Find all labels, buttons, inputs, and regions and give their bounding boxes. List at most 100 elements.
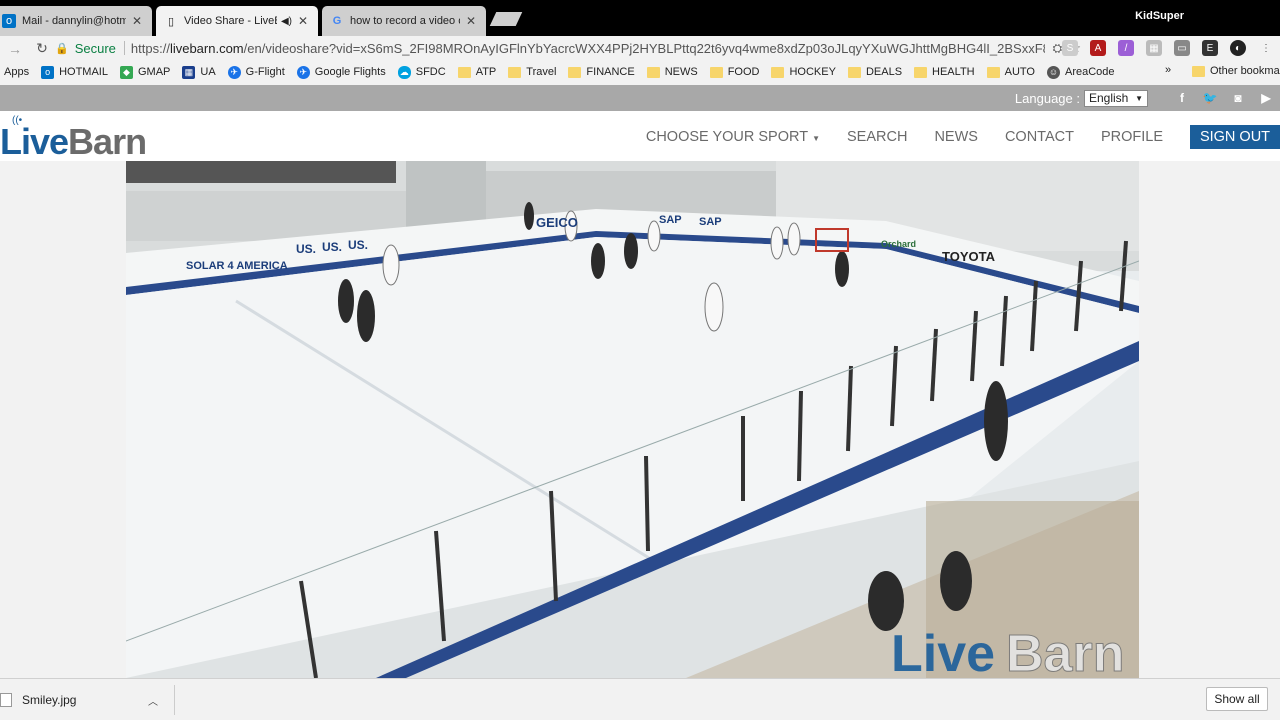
player — [382, 244, 400, 286]
url-text[interactable]: https://livebarn.com/en/videoshare?vid=x… — [131, 41, 1045, 56]
language-label: Language : — [1014, 90, 1080, 106]
logo-barn-text: Barn — [68, 121, 147, 162]
bookmark-folder-food[interactable]: FOOD — [709, 66, 760, 78]
translate-icon[interactable]: ⛭ — [1053, 41, 1063, 56]
menu-icon[interactable]: ⋮ — [1258, 40, 1274, 56]
acrobat-icon[interactable]: A — [1090, 40, 1106, 56]
livebarn-watermark: Live Barn — [891, 625, 1125, 679]
bookmark-ua[interactable]: ▦ UA — [182, 65, 216, 79]
twitter-icon[interactable]: 🐦 — [1200, 88, 1220, 108]
bookmark-folder-deals[interactable]: DEALS — [847, 66, 903, 78]
tab-google-search[interactable]: G how to record a video cl ✕ — [322, 6, 486, 36]
bookmark-label: DEALS — [865, 66, 903, 78]
bookmark-gmap[interactable]: ◆ GMAP — [119, 65, 170, 79]
nav-profile[interactable]: PROFILE — [1101, 129, 1163, 145]
grid-icon[interactable]: ▦ — [1146, 40, 1162, 56]
profile-name[interactable]: KidSuper — [1135, 10, 1184, 22]
speaker-icon[interactable]: ◀) — [281, 16, 292, 27]
bookmark-folder-finance[interactable]: FINANCE — [568, 66, 635, 78]
bookmark-label: AreaCode — [1064, 66, 1115, 78]
bookmark-label: Other bookma — [1210, 65, 1280, 77]
folder-icon — [771, 66, 785, 78]
spectator — [940, 551, 972, 611]
outlook-icon: o — [41, 65, 55, 79]
bookmark-google-flights[interactable]: ✈ Google Flights — [296, 65, 386, 79]
bookmark-other-bookmarks[interactable]: Other bookma — [1192, 65, 1280, 77]
bookmark-hotmail[interactable]: o HOTMAIL — [41, 65, 108, 79]
folder-icon — [709, 66, 723, 78]
main-content: US. US. US. SOLAR 4 AMERICA GEICO SAP SA… — [0, 161, 1280, 678]
scoreboard — [126, 161, 396, 183]
sign-out-button[interactable]: SIGN OUT — [1190, 125, 1280, 149]
bookmark-areacode[interactable]: ☺ AreaCode — [1046, 65, 1115, 79]
watermark-live: Live — [891, 625, 995, 678]
download-item[interactable]: Smiley.jpg ︿ — [0, 685, 175, 715]
folder-icon — [646, 66, 660, 78]
tab-strip: o Mail - dannylin@hotmai ✕ ▯ Video Share… — [0, 0, 1280, 36]
livebarn-logo[interactable]: LiveBarn — [0, 121, 147, 163]
folder-icon — [847, 66, 861, 78]
pen-icon[interactable]: / — [1118, 40, 1134, 56]
tab-mail[interactable]: o Mail - dannylin@hotmai ✕ — [0, 6, 152, 36]
nav-choose-sport[interactable]: CHOOSE YOUR SPORT ▼ — [646, 129, 820, 145]
spectator — [868, 571, 904, 631]
bookmark-label: Google Flights — [314, 66, 386, 78]
bookmark-folder-hockey[interactable]: HOCKEY — [771, 66, 836, 78]
nav-search[interactable]: SEARCH — [847, 129, 907, 145]
close-icon[interactable]: ✕ — [130, 14, 144, 28]
reload-icon[interactable]: ↻ — [32, 39, 52, 59]
bookmark-folder-news[interactable]: NEWS — [646, 66, 698, 78]
logo-live-text: Live — [0, 121, 69, 162]
browser-toolbar: → ↻ 🔒 Secure https://livebarn.com/en/vid… — [0, 36, 1280, 61]
folder-icon — [457, 66, 471, 78]
ua-icon: ▦ — [182, 65, 196, 79]
bookmark-label: FOOD — [727, 66, 760, 78]
bookmark-label: G-Flight — [245, 66, 285, 78]
folder-icon — [986, 66, 1000, 78]
profile-icon[interactable]: ◐ — [1230, 40, 1246, 56]
chevron-up-icon[interactable]: ︿ — [148, 693, 158, 708]
tab-title: Video Share - LiveBarn — [184, 15, 277, 27]
evernote-icon[interactable]: E — [1202, 40, 1218, 56]
maps-icon: ◆ — [119, 65, 133, 79]
bookmark-g-flight[interactable]: ✈ G-Flight — [227, 65, 285, 79]
bookmark-label: Travel — [526, 66, 557, 78]
language-value: English — [1089, 91, 1129, 105]
show-all-button[interactable]: Show all — [1206, 687, 1268, 711]
main-nav: CHOOSE YOUR SPORT ▼ SEARCH NEWS CONTACT P… — [646, 125, 1280, 149]
url-host: livebarn.com — [169, 40, 244, 56]
url-scheme: https:// — [130, 40, 170, 56]
tab-video-share[interactable]: ▯ Video Share - LiveBarn ◀) ✕ — [156, 6, 318, 36]
instagram-icon[interactable]: ◙ — [1228, 88, 1248, 108]
close-icon[interactable]: ✕ — [296, 14, 310, 28]
lock-icon: 🔒 — [55, 42, 69, 55]
bookmark-folder-auto[interactable]: AUTO — [986, 66, 1035, 78]
bookmark-folder-travel[interactable]: Travel — [508, 66, 556, 78]
cast-icon[interactable]: ▭ — [1174, 40, 1190, 56]
youtube-icon[interactable]: ▶ — [1256, 88, 1276, 108]
player — [338, 279, 354, 323]
bookmark-label: HOTMAIL — [59, 66, 108, 78]
nav-contact[interactable]: CONTACT — [1005, 129, 1074, 145]
address-bar[interactable]: 🔒 Secure https://livebarn.com/en/videosh… — [55, 38, 1081, 58]
new-tab-button[interactable] — [489, 12, 523, 26]
bookmark-apps[interactable]: Apps — [4, 66, 29, 78]
language-select[interactable]: English ▼ — [1084, 89, 1148, 107]
skype-icon[interactable]: S — [1062, 40, 1078, 56]
facebook-icon[interactable]: f — [1172, 88, 1192, 108]
file-icon — [0, 693, 12, 707]
cloud-icon: ☁ — [397, 65, 411, 79]
close-icon[interactable]: ✕ — [464, 14, 478, 28]
google-icon: G — [332, 15, 342, 27]
nav-news[interactable]: NEWS — [934, 129, 978, 145]
bookmark-sfdc[interactable]: ☁ SFDC — [397, 65, 446, 79]
wifi-icon: ((• — [12, 115, 23, 126]
video-player[interactable]: US. US. US. SOLAR 4 AMERICA GEICO SAP SA… — [126, 161, 1139, 678]
ad-text: US. — [296, 242, 316, 256]
bookmarks-overflow-chevron[interactable]: » — [1165, 64, 1171, 76]
ad-text: SAP — [659, 214, 682, 226]
flight-icon: ✈ — [296, 65, 310, 79]
bookmark-folder-atp[interactable]: ATP — [457, 66, 496, 78]
forward-icon[interactable]: → — [5, 39, 25, 59]
bookmark-folder-health[interactable]: HEALTH — [914, 66, 975, 78]
